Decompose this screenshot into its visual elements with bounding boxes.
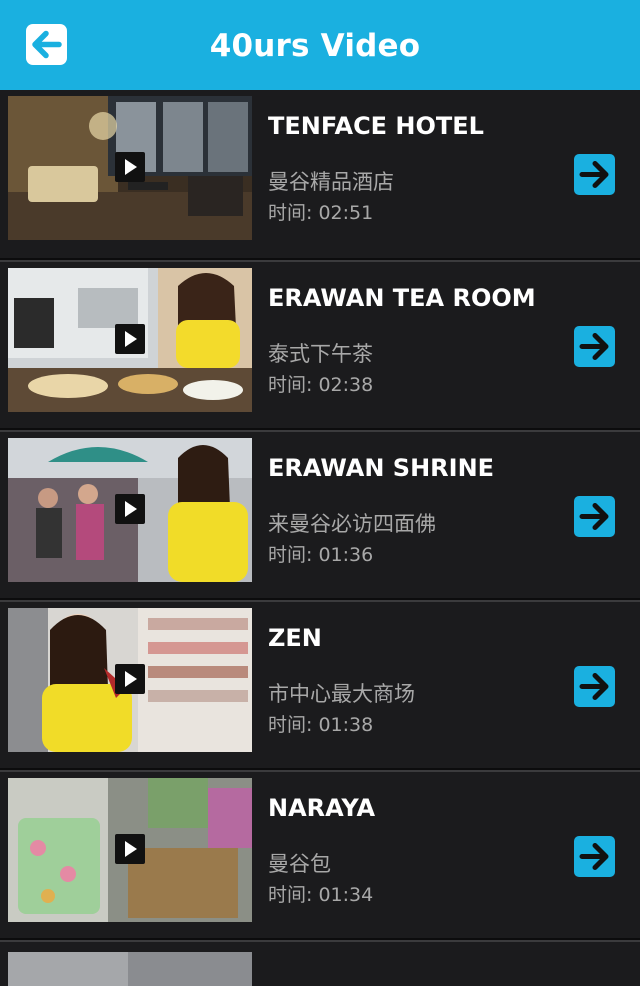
arrow-right-icon	[579, 161, 609, 188]
video-thumbnail[interactable]	[8, 952, 252, 986]
video-subtitle: 泰式下午茶	[268, 342, 373, 366]
video-row-partial[interactable]	[0, 940, 640, 986]
video-subtitle: 市中心最大商场	[268, 682, 415, 706]
play-icon	[115, 324, 145, 354]
video-title: ERAWAN TEA ROOM	[268, 284, 536, 312]
open-video-button[interactable]	[574, 326, 615, 367]
video-row[interactable]: ERAWAN SHRINE 来曼谷必访四面佛 时间: 01:36	[0, 430, 640, 600]
video-row[interactable]: TENFACE HOTEL 曼谷精品酒店 时间: 02:51	[0, 90, 640, 260]
video-thumbnail[interactable]	[8, 96, 252, 240]
video-row[interactable]: ERAWAN TEA ROOM 泰式下午茶 时间: 02:38	[0, 260, 640, 430]
video-duration: 时间: 01:34	[268, 884, 374, 906]
video-title: ERAWAN SHRINE	[268, 454, 495, 482]
video-title: TENFACE HOTEL	[268, 112, 484, 140]
arrow-right-icon	[579, 843, 609, 870]
play-icon	[115, 152, 145, 182]
video-list: TENFACE HOTEL 曼谷精品酒店 时间: 02:51 ERAWAN TE…	[0, 90, 640, 986]
arrow-right-icon	[579, 673, 609, 700]
video-duration: 时间: 01:36	[268, 544, 374, 566]
video-title: ZEN	[268, 624, 322, 652]
video-subtitle: 曼谷精品酒店	[268, 170, 394, 194]
video-subtitle: 曼谷包	[268, 852, 331, 876]
video-title: NARAYA	[268, 794, 376, 822]
arrow-right-icon	[579, 503, 609, 530]
open-video-button[interactable]	[574, 496, 615, 537]
video-thumbnail[interactable]	[8, 778, 252, 922]
play-icon	[115, 494, 145, 524]
open-video-button[interactable]	[574, 154, 615, 195]
header-bar: 40urs Video	[0, 0, 640, 90]
arrow-right-icon	[579, 333, 609, 360]
video-row[interactable]: ZEN 市中心最大商场 时间: 01:38	[0, 600, 640, 770]
open-video-button[interactable]	[574, 836, 615, 877]
video-row[interactable]: NARAYA 曼谷包 时间: 01:34	[0, 770, 640, 940]
video-duration: 时间: 02:38	[268, 374, 374, 396]
page-title: 40urs Video	[209, 28, 421, 64]
video-thumbnail[interactable]	[8, 438, 252, 582]
video-thumbnail[interactable]	[8, 608, 252, 752]
video-subtitle: 来曼谷必访四面佛	[268, 512, 436, 536]
video-thumbnail[interactable]	[8, 268, 252, 412]
open-video-button[interactable]	[574, 666, 615, 707]
play-icon	[115, 664, 145, 694]
play-icon	[115, 834, 145, 864]
video-duration: 时间: 01:38	[268, 714, 374, 736]
video-duration: 时间: 02:51	[268, 202, 374, 224]
